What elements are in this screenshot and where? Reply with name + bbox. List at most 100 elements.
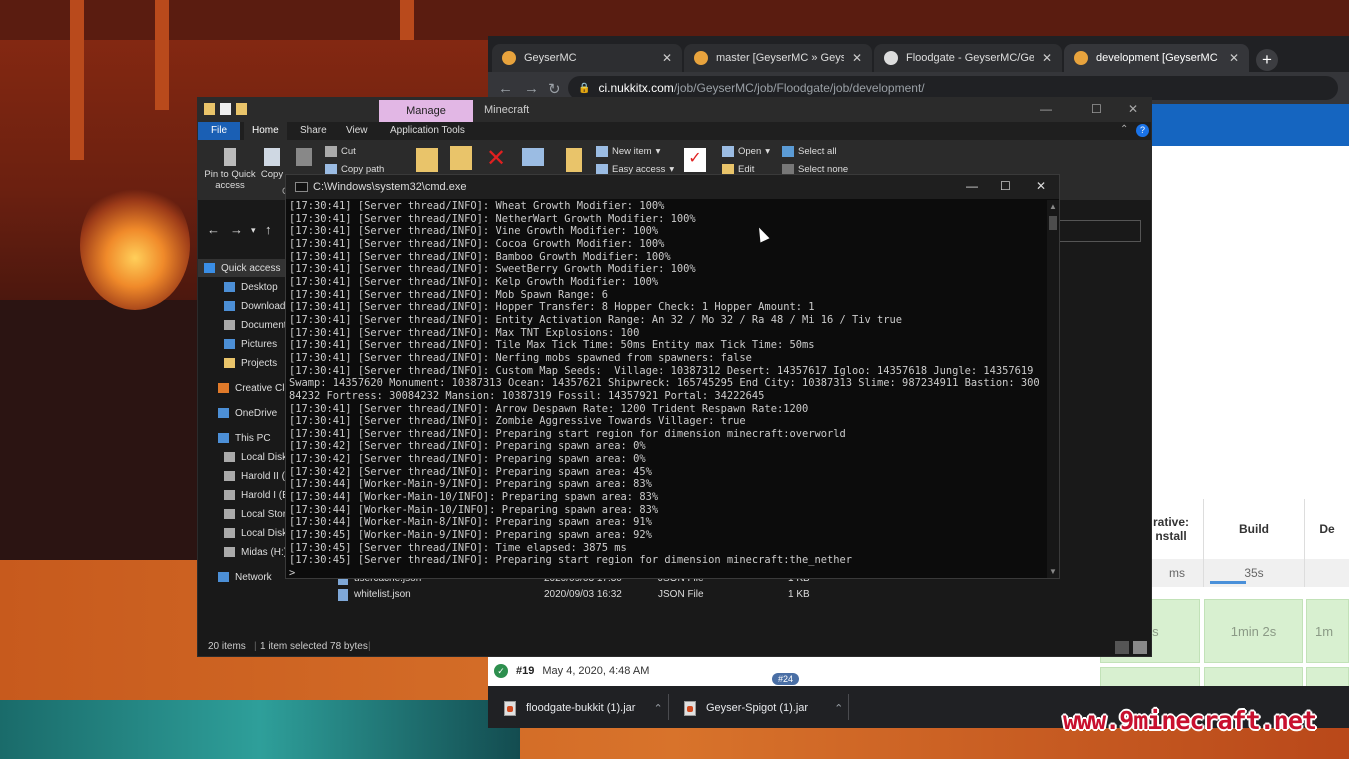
close-icon[interactable]: ✕ xyxy=(662,51,672,65)
sidebar-item-quick-access[interactable]: Quick access xyxy=(198,259,293,277)
console-line: > xyxy=(289,567,296,578)
page-content xyxy=(1148,146,1349,506)
up-icon[interactable]: ↑ xyxy=(265,222,272,237)
divider xyxy=(848,694,849,720)
sidebar-item-onedrive[interactable]: OneDrive xyxy=(198,404,293,422)
network-drive-icon xyxy=(224,547,235,557)
chevron-up-icon[interactable]: ⌃ xyxy=(653,702,662,715)
build-badge[interactable]: #24 xyxy=(772,673,800,685)
new-folder-icon[interactable] xyxy=(566,148,582,172)
back-icon[interactable]: ← xyxy=(207,222,220,237)
console-line: 84232 Fortress: 30084232 Mansion: 103873… xyxy=(289,389,765,402)
chevron-down-icon: ▾ xyxy=(765,146,771,157)
tab-file[interactable]: File xyxy=(198,122,240,140)
minimize-icon[interactable]: — xyxy=(966,179,978,193)
browser-tab-active[interactable]: development [GeyserMC » Flood ✕ xyxy=(1064,44,1249,72)
sidebar-item-creative-cloud[interactable]: Creative Clou xyxy=(198,379,293,397)
sidebar-item-documents[interactable]: Documents xyxy=(198,316,293,334)
maximize-icon[interactable]: ☐ xyxy=(1091,102,1102,116)
sidebar-item-midas[interactable]: Midas (H:) xyxy=(198,543,293,561)
quick-access-toolbar xyxy=(204,103,247,115)
download-item[interactable]: Geyser-Spigot (1).jar ⌃ xyxy=(684,694,843,722)
close-icon[interactable]: ✕ xyxy=(1042,51,1052,65)
sidebar-item-harold-ii[interactable]: Harold II (D: xyxy=(198,467,293,485)
sidebar-item-network[interactable]: Network xyxy=(198,568,293,586)
properties-icon[interactable]: ✓ xyxy=(684,148,706,172)
pin-quick-access-button[interactable]: Pin to Quick access xyxy=(202,148,258,191)
scrollbar-thumb[interactable] xyxy=(1049,216,1057,230)
sidebar-item-harold-i[interactable]: Harold I (E:) xyxy=(198,486,293,504)
new-tab-button[interactable]: + xyxy=(1256,49,1278,71)
sidebar-item-local-storage[interactable]: Local Storag xyxy=(198,505,293,523)
sidebar-item-projects[interactable]: Projects xyxy=(198,354,293,372)
sidebar-item-local-disk[interactable]: Local Disk ( xyxy=(198,524,293,542)
background-block xyxy=(400,0,414,40)
chevron-up-icon[interactable]: ⌃ xyxy=(834,702,843,715)
properties-icon[interactable] xyxy=(220,103,231,115)
new-item-label: New item xyxy=(612,146,652,157)
minimize-icon[interactable]: — xyxy=(1040,102,1052,116)
cmd-window[interactable]: C:\Windows\system32\cmd.exe — ☐ ✕ [17:30… xyxy=(285,174,1060,579)
stage-result-cell[interactable]: 1min 2s xyxy=(1204,599,1303,663)
paste-button[interactable] xyxy=(294,148,314,169)
cut-button[interactable]: Cut xyxy=(325,146,356,157)
tab-home[interactable]: Home xyxy=(244,122,287,140)
forward-icon[interactable]: → xyxy=(230,222,243,237)
select-all-label: Select all xyxy=(798,146,837,157)
forward-icon[interactable]: → xyxy=(524,80,539,97)
delete-icon[interactable]: ✕ xyxy=(486,147,508,172)
close-icon[interactable]: ✕ xyxy=(1036,179,1046,193)
open-button[interactable]: Open ▾ xyxy=(722,146,770,157)
copy-to-icon[interactable] xyxy=(450,146,472,170)
browser-tab[interactable]: Floodgate - GeyserMC/Geyser W ✕ xyxy=(874,44,1062,72)
scroll-down-icon[interactable]: ▼ xyxy=(1049,567,1057,576)
tab-view[interactable]: View xyxy=(338,122,376,140)
new-item-button[interactable]: New item ▾ xyxy=(596,146,660,157)
sidebar-item-pictures[interactable]: Pictures xyxy=(198,335,293,353)
console-line: [17:30:41] [Server thread/INFO]: Custom … xyxy=(289,364,1034,377)
select-all-button[interactable]: Select all xyxy=(782,146,837,157)
close-icon[interactable]: ✕ xyxy=(1229,51,1239,65)
console-line: [17:30:41] [Server thread/INFO]: Entity … xyxy=(289,313,903,326)
sidebar-item-local-disk[interactable]: Local Disk ( xyxy=(198,448,293,466)
sidebar-item-label: Pictures xyxy=(241,338,278,350)
tab-share[interactable]: Share xyxy=(292,122,335,140)
details-view-icon[interactable] xyxy=(1115,641,1129,654)
folder-icon[interactable] xyxy=(204,103,215,115)
file-row[interactable]: whitelist.json 2020/09/03 16:32 JSON Fil… xyxy=(338,588,938,604)
download-item[interactable]: floodgate-bukkit (1).jar ⌃ xyxy=(504,694,663,722)
browser-tab[interactable]: master [GeyserMC » Geyser] [Jen ✕ xyxy=(684,44,872,72)
sidebar-item-this-pc[interactable]: This PC xyxy=(198,429,293,447)
help-icon[interactable]: ? xyxy=(1136,124,1149,137)
build-history-row[interactable]: ✓ #19 May 4, 2020, 4:48 AM xyxy=(488,656,768,686)
scrollbar[interactable]: ▲ ▼ xyxy=(1047,200,1059,578)
ribbon-tabs: File Home Share View Application Tools ⌃… xyxy=(198,122,1151,140)
reload-icon[interactable]: ↻ xyxy=(548,80,561,98)
console-line: [17:30:41] [Server thread/INFO]: Vine Gr… xyxy=(289,225,659,238)
new-folder-icon[interactable] xyxy=(236,103,247,115)
background-block xyxy=(155,0,169,110)
sidebar-item-downloads[interactable]: Downloads xyxy=(198,297,293,315)
large-icons-view-icon[interactable] xyxy=(1133,641,1147,654)
chevron-down-icon[interactable]: ▾ xyxy=(251,225,256,236)
manage-tab[interactable]: Manage xyxy=(379,100,473,122)
stage-result-cell[interactable]: 1m xyxy=(1306,599,1349,663)
back-icon[interactable]: ← xyxy=(498,80,513,97)
browser-tab[interactable]: GeyserMC ✕ xyxy=(492,44,682,72)
jar-file-icon xyxy=(504,700,516,716)
background-block xyxy=(70,0,84,160)
build-number[interactable]: #19 xyxy=(516,665,534,677)
github-favicon-icon xyxy=(884,51,898,65)
close-icon[interactable]: ✕ xyxy=(852,51,862,65)
rename-icon[interactable] xyxy=(522,148,544,166)
console-line: [17:30:42] [Server thread/INFO]: Prepari… xyxy=(289,440,646,453)
copy-button[interactable]: Copy xyxy=(258,148,286,180)
close-icon[interactable]: ✕ xyxy=(1128,102,1138,116)
console-output[interactable]: [17:30:41] [Server thread/INFO]: Wheat G… xyxy=(289,200,1049,578)
move-to-icon[interactable] xyxy=(416,148,438,172)
chevron-up-icon[interactable]: ⌃ xyxy=(1120,124,1128,135)
tab-application-tools[interactable]: Application Tools xyxy=(382,122,473,140)
sidebar-item-desktop[interactable]: Desktop xyxy=(198,278,293,296)
maximize-icon[interactable]: ☐ xyxy=(1000,179,1011,193)
scroll-up-icon[interactable]: ▲ xyxy=(1049,202,1057,211)
